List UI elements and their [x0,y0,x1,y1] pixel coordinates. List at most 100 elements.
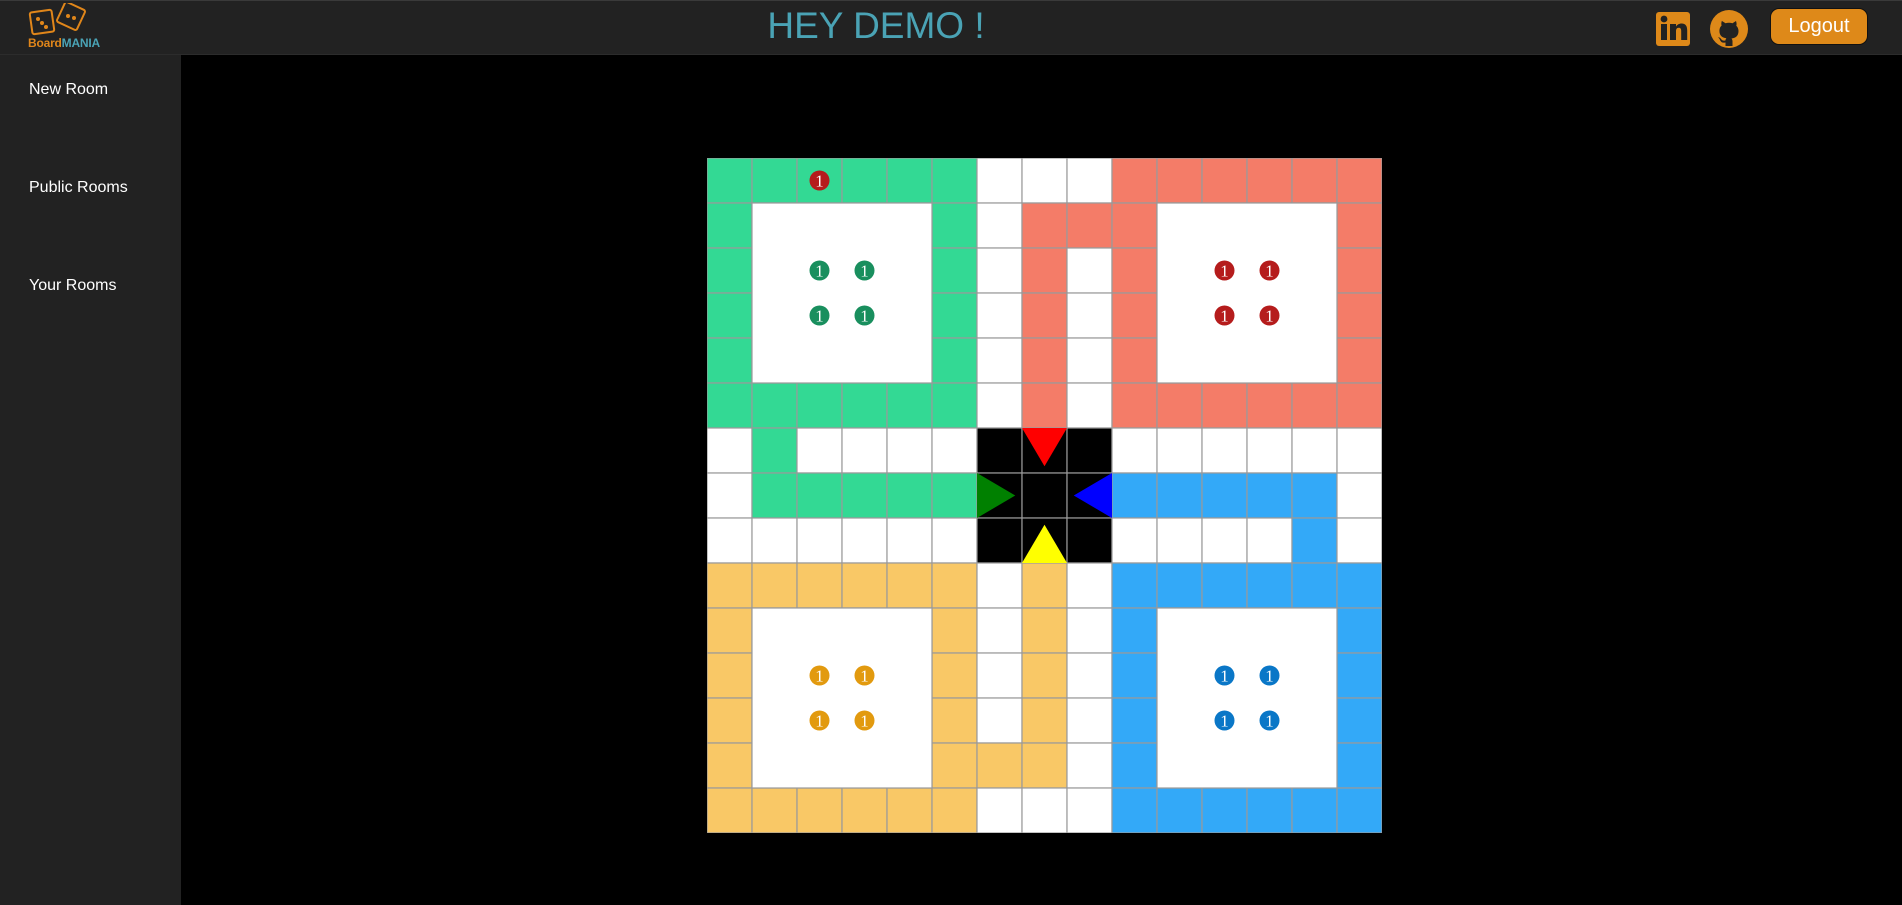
board-cell [1111,742,1158,789]
home-area [1156,202,1338,384]
board-cell [886,787,933,834]
board-cell [1156,787,1203,834]
board-cell [886,517,933,564]
board-cell [841,562,888,609]
token-label: 1 [815,712,824,731]
logout-button[interactable]: Logout [1770,8,1868,45]
board-cell [796,427,843,474]
board-cell [1291,382,1338,429]
board-cell [1156,427,1203,474]
sidebar-item-public-rooms[interactable]: Public Rooms [29,179,128,197]
board-cell [751,427,798,474]
board-cell [1111,652,1158,699]
sidebar-item-new-room[interactable]: New Room [29,81,108,99]
board-cell [1291,517,1338,564]
board-cell [931,382,978,429]
board-cell [751,157,798,204]
board-cell [841,157,888,204]
home-area [1156,607,1338,789]
board-cell [1021,157,1068,204]
board-cell [751,787,798,834]
token-label: 1 [1220,307,1229,326]
board-cell [1021,742,1068,789]
token-label: 1 [815,667,824,686]
board-cell [976,337,1023,384]
board-cell [1156,562,1203,609]
board-cell [841,517,888,564]
board-cell [1066,337,1113,384]
board-cell [1066,292,1113,339]
board-cell [976,652,1023,699]
sidebar-item-your-rooms[interactable]: Your Rooms [29,277,116,295]
token-label: 1 [860,712,869,731]
board-cell [931,742,978,789]
board-cell [1111,787,1158,834]
board-cell [1021,247,1068,294]
board-cell [976,157,1023,204]
board-cell [1111,607,1158,654]
board-cell [1201,382,1248,429]
board-cell [751,382,798,429]
board-cell [1066,742,1113,789]
token-label: 1 [815,307,824,326]
board-cell [1336,427,1383,474]
board-cell [1021,292,1068,339]
token-label: 1 [815,172,824,191]
board-cell [931,562,978,609]
board-cell [751,517,798,564]
board-cell [1156,157,1203,204]
board-cell [1111,697,1158,744]
board-cell [1111,202,1158,249]
board-cell [796,382,843,429]
board-cell [1156,382,1203,429]
board-cell [1336,202,1383,249]
board-cell [1201,562,1248,609]
board-cell [931,472,978,519]
token-label: 1 [1265,262,1274,281]
board-cell [1021,562,1068,609]
token-label: 1 [1265,712,1274,731]
board-cell [706,247,753,294]
board-cell [706,697,753,744]
board-cell [1201,787,1248,834]
board-cell [1246,472,1293,519]
page-greeting: HEY DEMO ! [767,5,985,46]
token-label: 1 [1220,667,1229,686]
board-cell [706,292,753,339]
board-cell [841,472,888,519]
board-cell [976,742,1023,789]
board-cell [1336,517,1383,564]
board-cell [1246,157,1293,204]
board-cell [1336,382,1383,429]
board-cell [1336,652,1383,699]
top-navbar: BoardMANIA HEY DEMO ! Logout [0,0,1902,55]
board-cell [1066,427,1113,474]
board-cell [1111,157,1158,204]
board-cell [1336,787,1383,834]
board-cell [1201,157,1248,204]
linkedin-icon[interactable] [1653,9,1693,49]
board-cell [706,517,753,564]
board-cell [931,337,978,384]
board-cell [1336,472,1383,519]
board-cell [976,427,1023,474]
board-cell [841,427,888,474]
board-cell [886,157,933,204]
board-cell [1021,337,1068,384]
board-cell [1336,157,1383,204]
board-cell [1066,247,1113,294]
board-cell [1336,742,1383,789]
board-cell [976,517,1023,564]
board-cell [931,517,978,564]
board-cell [751,562,798,609]
board-cell [796,562,843,609]
ludo-board-svg: 1 1 1 1 1 1 1 1 1 1 1 1 1 1 1 1 1 [706,157,1383,834]
board-cell [1111,247,1158,294]
token-label: 1 [860,667,869,686]
github-icon[interactable] [1709,9,1749,49]
board-cell [1021,787,1068,834]
board-cell [1291,562,1338,609]
board-cell [931,157,978,204]
board-cell [1246,517,1293,564]
board-cell [1201,517,1248,564]
